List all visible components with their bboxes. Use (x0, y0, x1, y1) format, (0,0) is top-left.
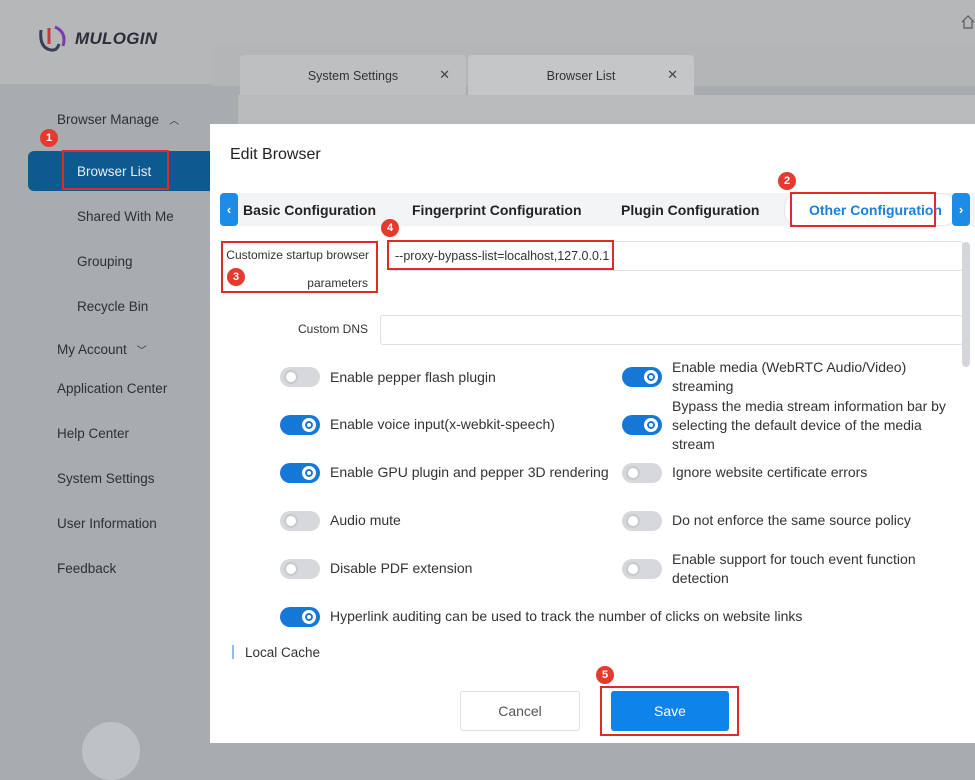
sidebar-item-recycle-bin[interactable]: Recycle Bin (77, 299, 148, 314)
annotation-badge-1: 1 (40, 129, 58, 147)
tab-browser-list[interactable]: Browser List ✕ (468, 55, 694, 95)
tab-plugin-configuration[interactable]: Plugin Configuration (621, 202, 759, 218)
section-marker (232, 645, 234, 659)
option-label: Hyperlink auditing can be used to track … (330, 608, 803, 624)
custom-dns-label: Custom DNS (297, 322, 368, 336)
sidebar-item-feedback[interactable]: Feedback (57, 561, 116, 576)
option-label: Do not enforce the same source policy (672, 512, 911, 528)
close-icon[interactable]: ✕ (667, 67, 678, 83)
chevron-down-icon: ﹀ (136, 346, 147, 357)
sidebar-item-system-settings[interactable]: System Settings (57, 471, 155, 486)
toggle-hyperlink-auditing[interactable] (280, 607, 320, 627)
option-label: Audio mute (330, 512, 401, 528)
chevron-up-icon: ︿ (169, 116, 180, 127)
annotation-box-other-configuration (790, 192, 936, 227)
toggle-audio-mute[interactable] (280, 511, 320, 531)
annotation-box-save (600, 686, 739, 736)
annotation-box-browser-list (62, 150, 169, 190)
option-label: Disable PDF extension (330, 560, 473, 576)
close-icon[interactable]: ✕ (439, 67, 450, 83)
toggle-voice-input[interactable] (280, 415, 320, 435)
sidebar-item-label: Browser Manage (57, 112, 160, 127)
toggle-gpu-plugin[interactable] (280, 463, 320, 483)
mulogin-logo-icon (39, 25, 66, 52)
sidebar-item-shared-with-me[interactable]: Shared With Me (77, 209, 174, 224)
toggle-webrtc-media[interactable] (622, 367, 662, 387)
sidebar-item-user-information[interactable]: User Information (57, 516, 157, 531)
toggle-bypass-media-bar[interactable] (622, 415, 662, 435)
tab-fingerprint-configuration[interactable]: Fingerprint Configuration (412, 202, 582, 218)
tab-system-settings[interactable]: System Settings ✕ (240, 55, 466, 95)
home-icon[interactable] (960, 14, 975, 30)
scrollbar[interactable] (962, 242, 970, 367)
avatar (82, 722, 140, 780)
toggle-ignore-cert-errors[interactable] (622, 463, 662, 483)
toggle-touch-events[interactable] (622, 559, 662, 579)
tab-label: System Settings (307, 69, 399, 83)
sidebar-item-help-center[interactable]: Help Center (57, 426, 129, 441)
option-label: Enable pepper flash plugin (330, 369, 496, 385)
option-label: Enable voice input(x-webkit-speech) (330, 416, 555, 432)
toggle-same-origin-policy[interactable] (622, 511, 662, 531)
tab-scroll-right-button[interactable]: › (952, 193, 970, 226)
section-local-cache[interactable]: Local Cache (245, 645, 320, 660)
brand-logo: MULOGIN (37, 24, 157, 54)
tab-label: Browser List (546, 69, 616, 83)
option-label: Enable media (WebRTC Audio/Video) stream… (672, 359, 907, 394)
sidebar-item-browser-manage[interactable]: Browser Manage ︿ (57, 112, 179, 127)
sidebar-item-my-account[interactable]: My Account ﹀ (57, 342, 147, 357)
annotation-box-startup-input (387, 240, 614, 270)
tab-basic-configuration[interactable]: Basic Configuration (243, 202, 376, 218)
annotation-box-startup-label (221, 241, 378, 293)
modal-title: Edit Browser (230, 146, 321, 163)
option-label: Bypass the media stream information bar … (672, 398, 946, 452)
custom-dns-input[interactable] (380, 315, 963, 345)
option-label: Ignore website certificate errors (672, 464, 868, 480)
annotation-badge-5: 5 (596, 666, 614, 684)
annotation-badge-3: 3 (227, 268, 245, 286)
annotation-badge-4: 4 (381, 219, 399, 237)
sidebar-item-grouping[interactable]: Grouping (77, 254, 133, 269)
brand-name: MULOGIN (75, 29, 158, 48)
option-label: Enable support for touch event function … (672, 551, 916, 586)
toggle-disable-pdf[interactable] (280, 559, 320, 579)
tab-scroll-left-button[interactable]: ‹ (220, 193, 238, 226)
cancel-button[interactable]: Cancel (460, 691, 580, 731)
sidebar-item-label: My Account (57, 342, 127, 357)
sidebar-item-application-center[interactable]: Application Center (57, 381, 167, 396)
option-label: Enable GPU plugin and pepper 3D renderin… (330, 464, 609, 480)
annotation-badge-2: 2 (778, 172, 796, 190)
toggle-pepper-flash[interactable] (280, 367, 320, 387)
